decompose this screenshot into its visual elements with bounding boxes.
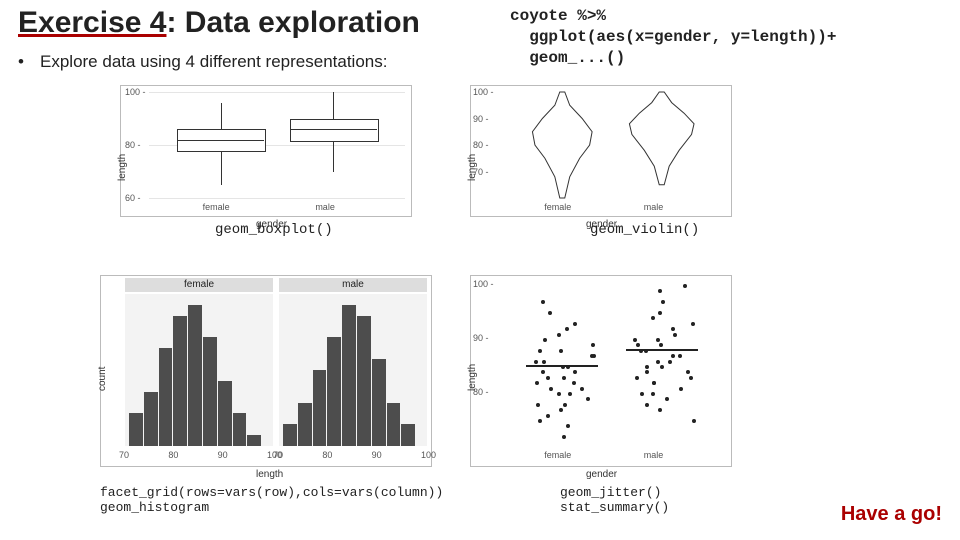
histogram-chart: count length female708090100male70809010…	[100, 275, 432, 467]
jitter-chart: length gender 80 -90 -100 -femalemale	[470, 275, 732, 467]
boxplot-ylabel: length	[117, 154, 128, 181]
bullet-text: Explore data using 4 different represent…	[40, 52, 387, 71]
jitter-xlabel: gender	[586, 469, 617, 480]
hist-label: facet_grid(rows=vars(row),cols=vars(colu…	[100, 485, 443, 515]
bullet-icon: •	[18, 52, 40, 72]
violin-label: geom_violin()	[590, 222, 699, 238]
boxplot-chart: length gender 60 -80 -100 -femalemale	[120, 85, 412, 217]
have-a-go: Have a go!	[841, 503, 942, 526]
title-rest: : Data exploration	[166, 6, 419, 39]
title-exercise: Exercise 4	[18, 6, 166, 39]
hist-xlabel: length	[256, 469, 283, 480]
boxplot-label: geom_boxplot()	[215, 222, 333, 238]
slide-title: Exercise 4: Data exploration	[18, 6, 420, 40]
hist-ylabel: count	[97, 367, 108, 391]
code-block: coyote %>% ggplot(aes(x=gender, y=length…	[510, 6, 836, 68]
violin-chart: length gender 70 -80 -90 -100 -femalemal…	[470, 85, 732, 217]
bullet-line: •Explore data using 4 different represen…	[18, 52, 387, 72]
jitter-label: geom_jitter() stat_summary()	[560, 485, 669, 515]
